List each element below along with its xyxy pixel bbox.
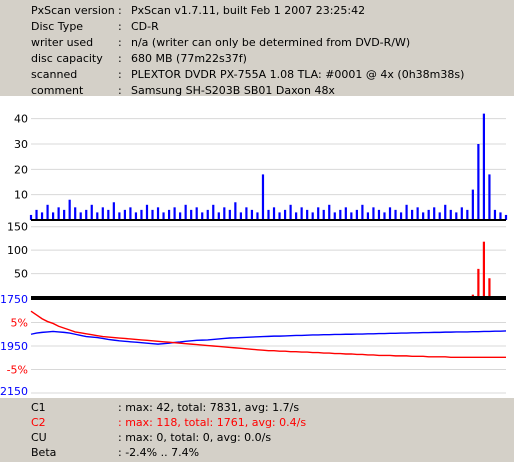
stat-key: C1	[31, 401, 46, 414]
jitter-series-line	[30, 330, 507, 345]
info-row-scanned: scanned : PLEXTOR DVDR PX-755A 1.08 TLA:…	[0, 67, 514, 83]
scan-graph-svg: 40 30 20 10 150 100 50 1750 1950 2150 5% -5%	[0, 113, 508, 398]
c2-y-tick-label: 100	[7, 244, 28, 257]
jitter-y-tick-label: 1750	[0, 293, 28, 306]
c1-y-tick-label: 20	[14, 163, 28, 176]
info-separator: :	[118, 20, 122, 33]
info-row-disc-type: Disc Type : CD-R	[0, 19, 514, 35]
stat-key: CU	[31, 431, 47, 444]
info-key: PxScan version	[31, 4, 115, 17]
info-row-writer: writer used : n/a (writer can only be de…	[0, 35, 514, 51]
info-value: PLEXTOR DVDR PX-755A 1.08 TLA: #0001 @ 4…	[131, 68, 465, 81]
c2-y-tick-label: 50	[14, 268, 28, 281]
info-separator: :	[118, 68, 122, 81]
info-value: CD-R	[131, 20, 159, 33]
info-key: disc capacity	[31, 52, 103, 65]
stat-row-cu: CU : max: 0, total: 0, avg: 0.0/s	[0, 430, 514, 445]
beta-series-line	[30, 310, 506, 358]
stat-value: : -2.4% .. 7.4%	[118, 446, 200, 459]
jitter-y-tick-label: 1950	[0, 340, 28, 353]
stat-value: : max: 0, total: 0, avg: 0.0/s	[118, 431, 272, 444]
stat-key: Beta	[31, 446, 57, 459]
info-separator: :	[118, 52, 122, 65]
c1-y-tick-label: 30	[14, 138, 28, 151]
stat-key: C2	[31, 416, 46, 429]
stat-row-c1: C1 : max: 42, total: 7831, avg: 1.7/s	[0, 400, 514, 415]
stat-value: : max: 118, total: 1761, avg: 0.4/s	[118, 416, 307, 429]
info-row-capacity: disc capacity : 680 MB (77m22s37f)	[0, 51, 514, 67]
stat-row-beta: Beta : -2.4% .. 7.4%	[0, 445, 514, 460]
c1-y-tick-label: 40	[14, 113, 28, 126]
c1-y-tick-label: 10	[14, 189, 28, 202]
info-value: 680 MB (77m22s37f)	[131, 52, 247, 65]
info-key: scanned	[31, 68, 78, 81]
stat-row-c2: C2 : max: 118, total: 1761, avg: 0.4/s	[0, 415, 514, 430]
info-value: PxScan v1.7.11, built Feb 1 2007 23:25:4…	[131, 4, 366, 17]
info-key: Disc Type	[31, 20, 84, 33]
beta-y-tick-label: -5%	[7, 364, 28, 377]
jitter-y-tick-label: 2150	[0, 385, 28, 398]
scan-stats: C1 : max: 42, total: 7831, avg: 1.7/s C2…	[0, 398, 514, 462]
scan-graph: 40 30 20 10 150 100 50 1750 1950 2150 5% -5%	[0, 96, 514, 398]
info-value: n/a (writer can only be determined from …	[131, 36, 411, 49]
info-key: writer used	[31, 36, 94, 49]
stat-value: : max: 42, total: 7831, avg: 1.7/s	[118, 401, 300, 414]
disc-info-table: PxScan version : PxScan v1.7.11, built F…	[0, 0, 514, 97]
c2-y-tick-label: 150	[7, 221, 28, 234]
info-separator: :	[118, 4, 122, 17]
info-row-version: PxScan version : PxScan v1.7.11, built F…	[0, 3, 514, 19]
beta-y-tick-label: 5%	[11, 317, 28, 330]
info-separator: :	[118, 36, 122, 49]
